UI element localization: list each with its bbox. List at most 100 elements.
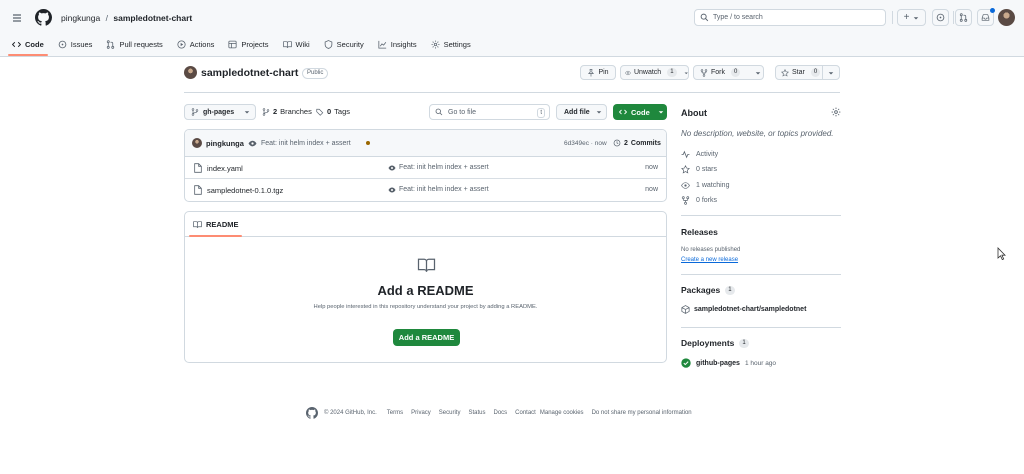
table-row[interactable]: sampledotnet-0.1.0.tgz Feat: init helm i… — [185, 179, 666, 201]
stars-label: 0 stars — [696, 166, 718, 173]
eye-icon — [388, 165, 396, 171]
add-file-button[interactable]: Add file — [556, 104, 607, 120]
create-new-button[interactable]: + — [897, 9, 926, 26]
commit-author-avatar[interactable] — [192, 138, 202, 148]
chevron-down-icon — [828, 71, 834, 74]
tab-insights[interactable]: Insights — [378, 40, 417, 49]
activity-link[interactable]: Activity — [681, 150, 718, 159]
code-button[interactable]: Code — [613, 104, 667, 120]
footer-link-docs[interactable]: Docs — [494, 410, 508, 416]
tab-label: Security — [336, 39, 364, 49]
eye-icon — [681, 182, 690, 189]
releases-heading[interactable]: Releases — [681, 227, 718, 237]
file-list-box: pingkunga Feat: init helm index + assert… — [184, 129, 667, 202]
star-button[interactable]: Star 0 — [775, 65, 823, 80]
pull-request-icon — [107, 39, 115, 49]
about-settings-button[interactable] — [831, 107, 841, 117]
check-circle-icon — [681, 358, 691, 368]
commit-hash[interactable]: 6d349ec · now — [564, 140, 607, 147]
branches-link[interactable]: 2 Branches — [262, 107, 312, 116]
avatar[interactable] — [998, 9, 1015, 26]
branch-selector[interactable]: gh-pages — [184, 104, 256, 120]
book-icon — [417, 258, 436, 272]
book-icon — [282, 40, 292, 48]
fork-button[interactable]: Fork 0 — [693, 65, 764, 80]
tab-security[interactable]: Security — [324, 40, 364, 49]
readme-title: Add a README — [377, 283, 474, 298]
tags-link[interactable]: 0 Tags — [316, 107, 350, 116]
create-release-link[interactable]: Create a new release — [681, 257, 738, 263]
footer-link-security[interactable]: Security — [439, 410, 461, 416]
search-input[interactable]: Type / to search — [694, 9, 886, 26]
tab-pull-requests[interactable]: Pull requests — [106, 39, 163, 49]
pin-label: Pin — [598, 69, 609, 76]
history-icon — [613, 139, 621, 147]
deployment-env: github-pages — [696, 359, 740, 367]
menu-button[interactable] — [10, 11, 24, 25]
deployment-item[interactable]: github-pages 1 hour ago — [681, 358, 776, 368]
footer-link-manage-cookies[interactable]: Manage cookies — [540, 410, 584, 416]
chevron-down-icon — [756, 71, 761, 74]
activity-label: Activity — [696, 151, 719, 158]
commit-status-dot-icon — [366, 141, 370, 145]
pull-requests-button[interactable] — [955, 9, 972, 26]
chevron-down-icon — [244, 111, 250, 114]
file-name[interactable]: sampledotnet-0.1.0.tgz — [207, 186, 283, 195]
no-releases-text: No releases published — [681, 247, 741, 253]
star-list-dropdown[interactable] — [822, 65, 840, 80]
repo-owner-avatar[interactable] — [184, 66, 197, 79]
github-mark-icon[interactable] — [306, 407, 318, 419]
package-item[interactable]: sampledotnet-chart/sampledotnet — [681, 305, 806, 314]
unwatch-button[interactable]: Unwatch 1 — [620, 65, 689, 80]
search-placeholder: Type / to search — [713, 14, 763, 21]
forks-link[interactable]: 0 forks — [681, 196, 717, 205]
commits-history-link[interactable]: 2 Commits — [613, 139, 661, 147]
tab-issues[interactable]: Issues — [58, 39, 93, 49]
tab-code[interactable]: Code — [12, 40, 44, 49]
tab-label: Issues — [70, 39, 93, 49]
pin-button[interactable]: Pin — [580, 65, 616, 80]
footer-link-status[interactable]: Status — [468, 410, 485, 416]
footer-link-terms[interactable]: Terms — [387, 410, 403, 416]
commit-author[interactable]: pingkunga — [206, 139, 244, 148]
watching-link[interactable]: 1 watching — [681, 181, 729, 190]
breadcrumb-repo[interactable]: sampledotnet-chart — [113, 13, 192, 23]
table-row[interactable]: index.yaml Feat: init helm index + asser… — [185, 157, 666, 179]
commits-count: 2 — [624, 139, 628, 147]
footer-link-do-not-share[interactable]: Do not share my personal information — [592, 410, 692, 416]
breadcrumb-owner[interactable]: pingkunga — [61, 13, 100, 23]
inbox-button[interactable] — [977, 8, 995, 26]
readme-tab[interactable]: README — [206, 220, 239, 229]
gear-icon — [431, 40, 440, 48]
code-icon — [619, 109, 627, 115]
latest-commit-bar: pingkunga Feat: init helm index + assert… — [185, 130, 666, 157]
branches-label: Branches — [280, 107, 312, 116]
repo-title[interactable]: sampledotnet-chart — [201, 67, 298, 79]
add-readme-button[interactable]: Add a README — [393, 329, 460, 346]
readme-tab-underline — [189, 235, 242, 237]
file-name[interactable]: index.yaml — [207, 164, 243, 173]
tab-wiki[interactable]: Wiki — [282, 40, 310, 49]
commit-message[interactable]: Feat: init helm index + assert — [261, 140, 351, 147]
shield-icon — [324, 39, 332, 49]
stars-link[interactable]: 0 stars — [681, 165, 717, 174]
footer-link-privacy[interactable]: Privacy — [411, 410, 431, 416]
issues-button[interactable] — [932, 9, 949, 26]
tab-projects[interactable]: Projects — [228, 40, 269, 49]
git-branch-icon — [262, 107, 270, 116]
eye-icon — [625, 70, 631, 75]
readme-box: README Add a README Help people interest… — [184, 211, 667, 363]
github-logo[interactable] — [35, 9, 52, 26]
file-commit-message[interactable]: Feat: init helm index + assert — [399, 164, 489, 171]
footer-link-contact[interactable]: Contact — [515, 410, 536, 416]
footer: © 2024 GitHub, Inc. Terms Privacy Securi… — [306, 407, 692, 419]
breadcrumb: pingkunga / sampledotnet-chart — [61, 13, 192, 23]
packages-heading[interactable]: Packages 1 — [681, 285, 735, 295]
go-to-file-input[interactable]: Go to file t — [429, 104, 550, 120]
deployments-heading[interactable]: Deployments 1 — [681, 338, 749, 348]
tab-settings[interactable]: Settings — [431, 40, 471, 49]
tab-actions[interactable]: Actions — [177, 40, 214, 49]
file-commit-message[interactable]: Feat: init helm index + assert — [399, 186, 489, 193]
tab-label: Code — [25, 39, 44, 49]
git-branch-icon — [191, 108, 199, 116]
